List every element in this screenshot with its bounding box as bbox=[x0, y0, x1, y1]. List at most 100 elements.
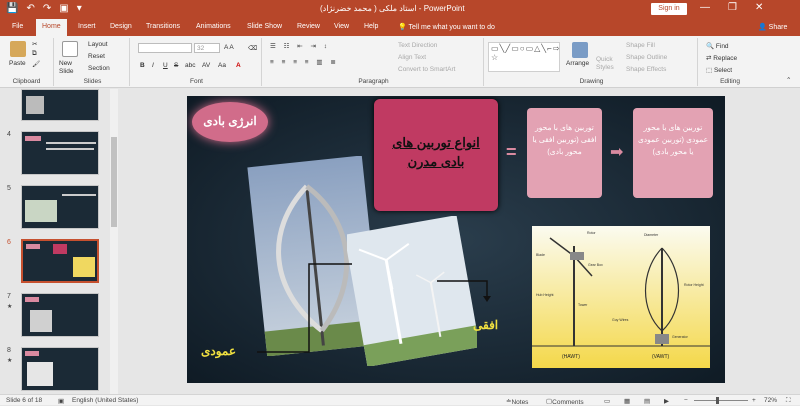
text-direction-button[interactable]: Text Direction bbox=[398, 42, 437, 49]
sign-in-button[interactable]: Sign in bbox=[651, 3, 687, 15]
shadow-button[interactable]: abc bbox=[185, 62, 195, 69]
animation-star-8: ★ bbox=[7, 358, 13, 364]
diagram-label-generator: Generator bbox=[672, 335, 689, 339]
underline-button[interactable]: U bbox=[163, 62, 168, 69]
language-indicator[interactable]: English (United States) bbox=[72, 397, 138, 404]
normal-view-icon[interactable]: ▭ bbox=[604, 397, 610, 405]
comments-button[interactable]: ▢ Comments bbox=[546, 397, 584, 406]
proofing-icon[interactable]: ▣ bbox=[58, 397, 64, 405]
ribbon: Paste ✂ ⧉ 🖌 Clipboard New Slide Layout R… bbox=[0, 36, 800, 88]
window-title: استاد ملکی ( محمد خضرنژاد) - PowerPoint bbox=[320, 4, 465, 13]
reset-button[interactable]: Reset bbox=[88, 53, 105, 60]
tab-animations[interactable]: Animations bbox=[196, 23, 231, 30]
diagram-label-hubheight: Hub Height bbox=[536, 293, 554, 297]
current-slide[interactable]: انرژی بادی انواع توربین های بادی مدرن = … bbox=[187, 96, 725, 383]
drawing-label: Drawing bbox=[579, 78, 604, 85]
italic-button[interactable]: I bbox=[152, 62, 154, 69]
slide-number-5: 5 bbox=[7, 185, 11, 192]
align-text-button[interactable]: Align Text bbox=[398, 54, 426, 61]
collapse-ribbon-icon[interactable]: ⌃ bbox=[786, 76, 791, 84]
change-case-button[interactable]: Aa bbox=[218, 62, 226, 69]
select-button[interactable]: ⬚ Select bbox=[706, 66, 732, 74]
slide-sorter-icon[interactable]: ▦ bbox=[624, 397, 630, 405]
slide-thumbnail-3[interactable] bbox=[21, 89, 99, 121]
hawt-vawt-diagram[interactable]: (HAWT) (VAWT) Rotor Diameter Blade Gear … bbox=[532, 226, 710, 368]
redo-icon[interactable]: ↷ bbox=[43, 3, 51, 14]
tab-transitions[interactable]: Transitions bbox=[146, 23, 180, 30]
notes-button[interactable]: ≐ Notes bbox=[506, 397, 528, 406]
zoom-level[interactable]: 72% bbox=[764, 397, 777, 404]
slide-thumbnail-7[interactable] bbox=[21, 293, 99, 337]
align-buttons[interactable]: ≡ ≡ ≡ ≡ ▥ ≣ bbox=[270, 58, 339, 66]
quick-styles-button[interactable]: Quick Styles bbox=[596, 56, 618, 72]
cut-icon[interactable]: ✂ bbox=[32, 40, 37, 48]
paragraph-group: ☰ ☷ ⇤ ⇥ ↕ ≡ ≡ ≡ ≡ ▥ ≣ Text Direction Ali… bbox=[264, 38, 484, 86]
thumb-badge bbox=[25, 136, 41, 141]
bold-button[interactable]: B bbox=[140, 62, 145, 69]
tab-help[interactable]: Help bbox=[364, 23, 378, 30]
diagram-label-diameter: Diameter bbox=[644, 233, 659, 237]
tab-review[interactable]: Review bbox=[297, 23, 320, 30]
slide-thumbnail-6[interactable] bbox=[21, 239, 99, 283]
tab-slide-show[interactable]: Slide Show bbox=[247, 23, 282, 30]
tab-home[interactable]: Home bbox=[36, 19, 67, 36]
font-group: 32 A A ⌫ B I U S abc AV Aa A Font bbox=[132, 38, 262, 86]
new-slide-icon[interactable] bbox=[62, 41, 78, 57]
thumb-line bbox=[46, 142, 96, 144]
zoom-slider-thumb[interactable] bbox=[716, 397, 719, 404]
shape-outline-button[interactable]: Shape Outline bbox=[626, 54, 667, 61]
slideshow-view-icon[interactable]: ▶ bbox=[664, 397, 669, 405]
horizontal-label: افقی bbox=[473, 318, 499, 332]
thumbnails-scrollbar[interactable] bbox=[110, 89, 118, 394]
slides-label: Slides bbox=[83, 78, 102, 85]
shapes-gallery[interactable]: ▭╲╱▭○▭△╲⌐⇨⇧⇩▱⌒⌒╭╮{}☆ bbox=[488, 42, 560, 72]
present-icon[interactable]: ▣ bbox=[59, 3, 68, 14]
new-slide-button[interactable]: New Slide bbox=[59, 60, 83, 76]
tell-me-search[interactable]: 💡 Tell me what you want to do bbox=[398, 23, 495, 31]
strikethrough-button[interactable]: S bbox=[174, 62, 178, 69]
tab-design[interactable]: Design bbox=[110, 23, 132, 30]
slide-thumbnail-8[interactable] bbox=[21, 347, 99, 391]
font-name-field[interactable] bbox=[138, 43, 192, 53]
customize-qa-icon[interactable]: ▾ bbox=[77, 3, 82, 14]
animation-star-7: ★ bbox=[7, 304, 13, 310]
tab-insert[interactable]: Insert bbox=[78, 23, 96, 30]
paste-button[interactable]: Paste bbox=[9, 60, 26, 67]
restore-button[interactable]: ❐ bbox=[728, 2, 737, 13]
shape-fill-button[interactable]: Shape Fill bbox=[626, 42, 655, 49]
layout-button[interactable]: Layout bbox=[88, 41, 108, 48]
font-size-field[interactable]: 32 bbox=[194, 43, 220, 53]
zoom-slider[interactable] bbox=[694, 400, 748, 401]
convert-smartart-button[interactable]: Convert to SmartArt bbox=[398, 66, 455, 73]
format-painter-icon[interactable]: 🖌 bbox=[32, 60, 40, 68]
undo-icon[interactable]: ↶ bbox=[26, 3, 34, 14]
tab-file[interactable]: File bbox=[12, 23, 23, 30]
save-icon[interactable]: 💾 bbox=[6, 3, 18, 14]
slide-thumbnail-4[interactable] bbox=[21, 131, 99, 175]
slide-thumbnail-5[interactable] bbox=[21, 185, 99, 229]
fit-slide-icon[interactable]: ⛶ bbox=[786, 397, 791, 405]
list-buttons[interactable]: ☰ ☷ ⇤ ⇥ ↕ bbox=[270, 42, 330, 50]
zoom-out-button[interactable]: − bbox=[684, 397, 688, 404]
find-button[interactable]: 🔍 Find bbox=[706, 42, 729, 50]
slides-group: New Slide Layout Reset Section Slides bbox=[56, 38, 130, 86]
scroll-thumb[interactable] bbox=[111, 137, 117, 227]
clear-format-icon[interactable]: ⌫ bbox=[248, 44, 257, 52]
reading-view-icon[interactable]: ▤ bbox=[644, 397, 650, 405]
arrange-button[interactable]: Arrange bbox=[566, 60, 589, 67]
replace-button[interactable]: ⇄ Replace bbox=[706, 54, 737, 62]
section-button[interactable]: Section bbox=[88, 65, 110, 72]
copy-icon[interactable]: ⧉ bbox=[32, 50, 37, 58]
arrange-icon[interactable] bbox=[572, 42, 588, 58]
grow-font-icon[interactable]: A A bbox=[224, 44, 234, 51]
zoom-in-button[interactable]: + bbox=[752, 397, 756, 404]
font-color-button[interactable]: A bbox=[236, 62, 241, 69]
share-button[interactable]: 👤 Share bbox=[758, 23, 787, 31]
minimize-button[interactable]: — bbox=[700, 2, 710, 13]
clipboard-group: Paste ✂ ⧉ 🖌 Clipboard bbox=[0, 38, 54, 86]
shape-effects-button[interactable]: Shape Effects bbox=[626, 66, 666, 73]
tab-view[interactable]: View bbox=[334, 23, 349, 30]
close-button[interactable]: ✕ bbox=[755, 2, 763, 13]
char-spacing-button[interactable]: AV bbox=[202, 62, 210, 69]
paste-icon[interactable] bbox=[10, 41, 26, 57]
